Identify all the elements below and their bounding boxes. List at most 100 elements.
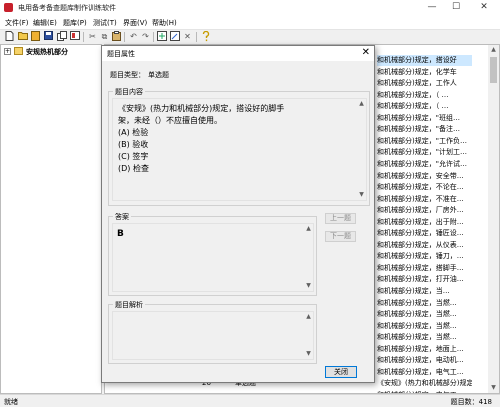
status-bar: 就绪 题目数：418 (0, 394, 500, 407)
row-content: 和机械部分)规定，电动机… (377, 356, 464, 365)
window-titlebar: 电用备考备查题库制作训练软件 — ☐ ✕ (0, 0, 500, 16)
copy-icon[interactable]: ⧉ (99, 31, 110, 42)
content-legend: 题目内容 (113, 87, 145, 97)
content-group: 题目内容 《安规》(热力和机械部分)规定，搭设好的脚手架，未经（）不应擅自使用。… (108, 87, 370, 206)
row-content: 和机械部分)规定，不论在… (377, 183, 464, 192)
row-content: 和机械部分)规定，"班组… (377, 113, 460, 122)
database-icon[interactable] (30, 31, 41, 42)
window-title: 电用备考备查题库制作训练软件 (18, 4, 116, 12)
paste-icon[interactable] (111, 31, 122, 42)
minimize-button[interactable]: — (424, 1, 440, 14)
toolbar-separator (83, 32, 84, 42)
list-scrollbar[interactable]: ▲ ▼ (488, 45, 499, 393)
prev-question-button[interactable]: 上一题 (325, 213, 356, 224)
row-content: 和机械部分)规定，工作人 (377, 79, 457, 88)
toolbar-separator (196, 32, 197, 42)
row-content: 和机械部分)规定，锤匠设… (377, 229, 464, 238)
row-content: 和机械部分)规定，"计划工… (377, 148, 467, 157)
redo-icon[interactable]: ↷ (140, 31, 151, 42)
scroll-down-icon[interactable]: ▼ (304, 281, 313, 291)
content-panel: 《安规》(热力和机械部分)规定，搭设好的脚手架，未经（）不应擅自使用。 (A) … (112, 98, 367, 201)
question-text: 《安规》(热力和机械部分)规定，搭设好的脚手架，未经（）不应擅自使用。 (A) … (118, 103, 298, 175)
help-icon[interactable] (200, 30, 211, 42)
undo-icon[interactable]: ↶ (128, 31, 139, 42)
scroll-down-icon[interactable]: ▼ (488, 383, 499, 393)
question-type-value: 单选题 (148, 71, 169, 79)
answer-panel: B ▲ ▼ (112, 223, 314, 292)
option-c: (C) 签字 (118, 152, 149, 161)
row-content: 和机械部分)规定，"允许试… (377, 159, 467, 168)
category-tree[interactable]: + 安规热机部分 (0, 44, 102, 394)
dialog-title: 题目属性 (107, 50, 135, 58)
tree-item-root[interactable]: 安规热机部分 (26, 47, 68, 57)
scroll-down-icon[interactable]: ▼ (357, 190, 366, 200)
row-content: 和机械部分)规定，厂房外… (377, 206, 464, 215)
copy-doc-icon[interactable] (56, 31, 67, 42)
row-content: 和机械部分)规定，搭脚手… (377, 263, 464, 272)
delete-icon[interactable]: ✕ (182, 31, 193, 42)
status-text: 就绪 (4, 398, 18, 406)
new-file-icon[interactable] (4, 31, 15, 42)
maximize-button[interactable]: ☐ (448, 1, 464, 14)
row-content: 和机械部分)规定，当燃… (377, 310, 457, 319)
view-icon[interactable] (69, 31, 80, 42)
question-type-label: 题目类型： (110, 71, 145, 79)
row-content: 和机械部分)规定，搭设好 (377, 55, 472, 66)
explanation-panel: ▲ ▼ (112, 311, 314, 360)
scroll-up-icon[interactable]: ▲ (304, 312, 313, 322)
row-content: 和机械部分)规定，当燃… (377, 298, 457, 307)
folder-icon (14, 47, 23, 55)
row-content: 和机械部分)规定，出于附… (377, 217, 464, 226)
row-content: 和机械部分)规定，（ … (377, 102, 449, 111)
option-a: (A) 检验 (118, 128, 149, 137)
dialog-close-button[interactable]: 关闭 (325, 366, 357, 378)
row-content: 和机械部分)规定，安全带… (377, 171, 464, 180)
explanation-scrollbar[interactable]: ▲ ▼ (304, 312, 313, 359)
menu-view[interactable]: 界面(V) (123, 18, 147, 28)
next-question-button[interactable]: 下一题 (325, 231, 356, 242)
dialog-close-icon[interactable]: ✕ (362, 47, 370, 59)
toolbar-separator (124, 32, 125, 42)
explanation-group: 题目解析 ▲ ▼ (108, 300, 317, 364)
menu-file[interactable]: 文件(F) (5, 18, 29, 28)
row-content: 和机械部分)规定，锤刀，… (377, 252, 464, 261)
menu-bar: 文件(F) 编辑(E) 题库(P) 测试(T) 界面(V) 帮助(H) (0, 16, 500, 30)
scroll-up-icon[interactable]: ▲ (304, 224, 313, 234)
menu-test[interactable]: 测试(T) (93, 18, 117, 28)
toolbar: ✂ ⧉ ↶ ↷ ✕ (0, 30, 500, 44)
scroll-thumb[interactable] (490, 57, 497, 83)
row-content: 《安规》(热力和机械部分)规定，电气工… (377, 379, 472, 388)
row-content: 和机械部分)规定，从仪表… (377, 240, 464, 249)
answer-scrollbar[interactable]: ▲ ▼ (304, 224, 313, 291)
dialog-titlebar: 题目属性 ✕ (102, 46, 374, 61)
row-content: 和机械部分)规定，地面上… (377, 344, 464, 353)
scroll-up-icon[interactable]: ▲ (357, 99, 366, 109)
edit-item-icon[interactable] (169, 31, 180, 42)
tree-expand-icon[interactable]: + (4, 48, 11, 55)
open-icon[interactable] (17, 31, 28, 42)
option-d: (D) 检查 (118, 164, 149, 173)
save-icon[interactable] (43, 31, 54, 42)
toolbar-separator (153, 32, 154, 42)
row-content: 和机械部分)规定，当燃… (377, 333, 457, 342)
close-window-button[interactable]: ✕ (476, 1, 492, 14)
row-content: 和机械部分)规定，不准在… (377, 194, 464, 203)
row-content: 和机械部分)规定，"备注… (377, 125, 460, 134)
row-content: 和机械部分)规定，"工作负… (377, 136, 467, 145)
row-content: 和机械部分)规定，当燃… (377, 321, 457, 330)
scroll-down-icon[interactable]: ▼ (304, 349, 313, 359)
add-item-icon[interactable] (156, 31, 167, 42)
row-content: 和机械部分)规定，电气工… (377, 367, 464, 376)
row-content: 和机械部分)规定，打开油… (377, 275, 464, 284)
option-b: (B) 验收 (118, 140, 149, 149)
explanation-legend: 题目解析 (113, 300, 145, 310)
scroll-up-icon[interactable]: ▲ (488, 45, 499, 55)
content-scrollbar[interactable]: ▲ ▼ (357, 99, 366, 200)
row-content: 和机械部分)规定，当… (377, 287, 450, 295)
answer-legend: 答案 (113, 212, 131, 222)
cut-icon[interactable]: ✂ (87, 31, 98, 42)
answer-value: B (117, 229, 124, 239)
menu-help[interactable]: 帮助(H) (152, 18, 177, 28)
menu-edit[interactable]: 编辑(E) (33, 18, 57, 28)
menu-bank[interactable]: 题库(P) (63, 18, 87, 28)
